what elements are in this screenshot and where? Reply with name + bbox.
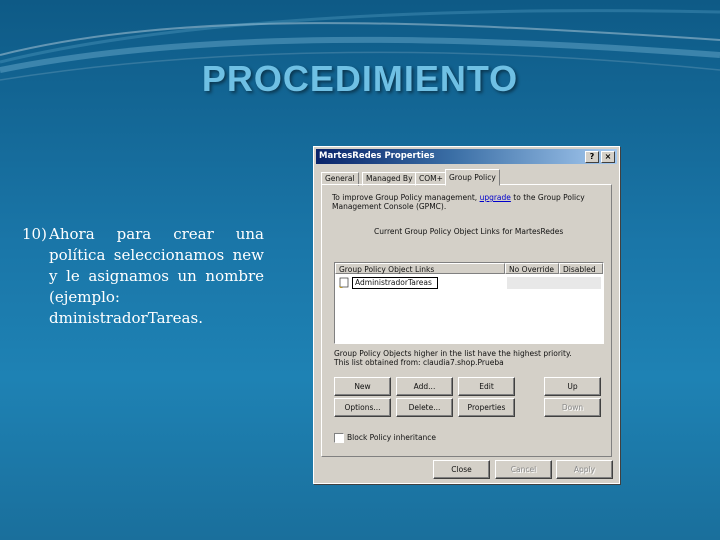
row-highlight	[507, 277, 601, 289]
apply-button[interactable]: Apply	[556, 460, 613, 479]
list-item[interactable]: AdministradorTareas	[337, 277, 601, 289]
block-inheritance-checkbox[interactable]	[334, 433, 344, 443]
new-button[interactable]: New	[334, 377, 391, 396]
current-links-label: Current Group Policy Object Links for Ma…	[374, 227, 564, 236]
help-button[interactable]: ?	[585, 151, 599, 163]
slide-title: PROCEDIMIENTO	[201, 58, 519, 99]
gpo-name-input[interactable]: AdministradorTareas	[352, 277, 438, 289]
close-button[interactable]: Close	[433, 460, 490, 479]
column-no-override[interactable]: No Override	[505, 263, 559, 274]
priority-info: Group Policy Objects higher in the list …	[334, 349, 572, 358]
properties-button[interactable]: Properties	[458, 398, 515, 417]
step-text: Ahora para crear una política selecciona…	[49, 225, 264, 327]
edit-button[interactable]: Edit	[458, 377, 515, 396]
step-paragraph: 10) Ahora para crear una política selecc…	[22, 224, 264, 329]
options-button[interactable]: Options...	[334, 398, 391, 417]
group-policy-panel: To improve Group Policy management, upgr…	[321, 184, 612, 457]
block-inheritance-label: Block Policy inheritance	[347, 433, 437, 442]
upgrade-link[interactable]: upgrade	[480, 193, 511, 202]
up-button[interactable]: Up	[544, 377, 601, 396]
dialog-titlebar[interactable]: MartesRedes Properties ? ×	[316, 149, 617, 164]
delete-button[interactable]: Delete...	[396, 398, 453, 417]
upgrade-notice-line2: Management Console (GPMC).	[332, 202, 447, 211]
down-button[interactable]: Down	[544, 398, 601, 417]
column-gpo-links[interactable]: Group Policy Object Links	[335, 263, 505, 274]
add-button[interactable]: Add...	[396, 377, 453, 396]
gpo-icon	[339, 277, 349, 288]
step-number: 10)	[22, 225, 47, 243]
column-disabled[interactable]: Disabled	[559, 263, 603, 274]
tab-group-policy[interactable]: Group Policy	[445, 169, 500, 186]
list-source-info: This list obtained from: claudia7.shop.P…	[334, 358, 504, 367]
close-icon[interactable]: ×	[601, 151, 615, 163]
cancel-button[interactable]: Cancel	[495, 460, 552, 479]
dialog-title: MartesRedes Properties	[319, 151, 435, 161]
gpo-links-list[interactable]: Group Policy Object Links No Override Di…	[334, 262, 604, 344]
properties-dialog: MartesRedes Properties ? × General Manag…	[313, 146, 620, 484]
upgrade-notice: To improve Group Policy management, upgr…	[332, 193, 585, 202]
